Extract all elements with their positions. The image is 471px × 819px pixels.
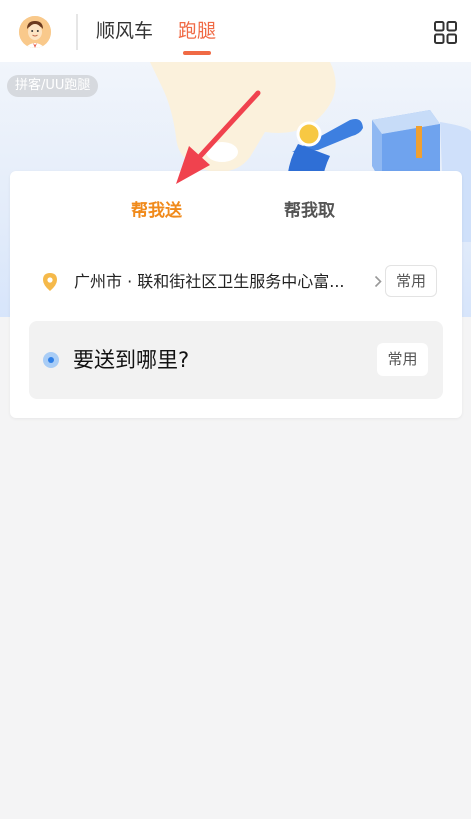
header-divider	[76, 14, 78, 50]
tab-hitch-ride[interactable]: 顺风车	[96, 18, 153, 44]
active-tab-indicator	[183, 51, 211, 55]
pickup-favorites-button[interactable]: 常用	[385, 265, 437, 297]
destination-dot-icon	[43, 352, 59, 368]
source-tag: 拼客/UU跑腿	[7, 75, 99, 97]
destination-favorites-button[interactable]: 常用	[377, 343, 428, 376]
avatar-icon	[19, 16, 51, 48]
tab-send-for-me[interactable]: 帮我送	[131, 199, 182, 223]
top-bar: 顺风车 跑腿	[0, 0, 471, 62]
order-card: 帮我送 帮我取 广州市 · 联和街社区卫生服务中心富... 常用 要送到哪里? …	[10, 171, 462, 418]
destination-input[interactable]: 要送到哪里?	[73, 345, 189, 375]
location-pin-icon	[43, 273, 57, 291]
grid-menu-icon[interactable]	[434, 21, 457, 44]
chevron-right-icon	[374, 275, 382, 288]
tab-fetch-for-me[interactable]: 帮我取	[284, 199, 335, 223]
avatar[interactable]	[19, 16, 51, 48]
tab-errand[interactable]: 跑腿	[178, 18, 216, 44]
pickup-address-row[interactable]: 广州市 · 联和街社区卫生服务中心富... 常用	[10, 259, 462, 305]
pickup-address: 广州市 · 联和街社区卫生服务中心富...	[74, 272, 345, 291]
destination-row[interactable]: 要送到哪里? 常用	[29, 321, 443, 399]
